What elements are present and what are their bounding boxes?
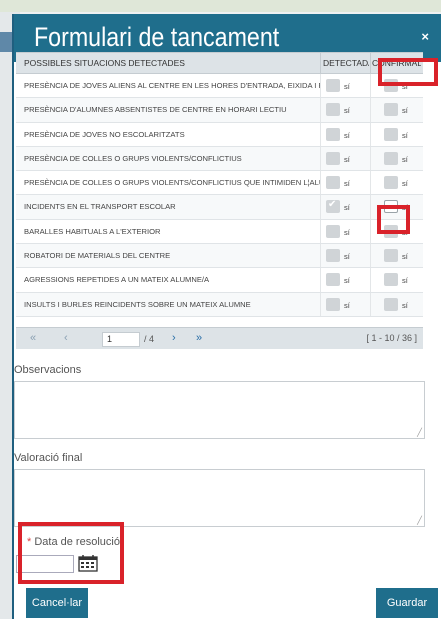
detectada-checkbox[interactable] (326, 273, 340, 287)
detectada-label: sí (344, 252, 350, 262)
highlight-data-resolucio (18, 522, 124, 584)
situation-label: INSULTS I BURLES REINCIDENTS SOBRE UN MA… (24, 299, 251, 309)
prev-page-button[interactable]: ‹ (64, 332, 68, 344)
table-row: PRESÈNCIA DE JOVES ALIENS AL CENTRE EN L… (16, 74, 423, 99)
situation-label: INCIDENTS EN EL TRANSPORT ESCOLAR (24, 202, 176, 212)
detectada-checkbox[interactable] (326, 127, 340, 141)
confirmada-checkbox[interactable] (384, 249, 398, 263)
cancel-button[interactable]: Cancel·lar (26, 588, 88, 618)
detectada-label: sí (344, 203, 350, 213)
detectada-label: sí (344, 300, 350, 310)
detectada-checkbox[interactable] (326, 151, 340, 165)
table-row: PRESÈNCIA DE COLLES O GRUPS VIOLENTS/CON… (16, 171, 423, 196)
last-page-button[interactable]: » (196, 332, 202, 344)
table-row: PRESÈNCIA D'ALUMNES ABSENTISTES DE CENTR… (16, 98, 423, 123)
detectada-label: sí (344, 179, 350, 189)
grid-pager: « ‹ 1 / 4 › » [ 1 - 10 / 36 ] (16, 327, 423, 349)
detectada-label: sí (344, 82, 350, 91)
confirmada-label: sí (402, 154, 408, 164)
detectada-checkbox[interactable] (326, 297, 340, 311)
table-row: PRESÈNCIA DE COLLES O GRUPS VIOLENTS/CON… (16, 146, 423, 172)
detectada-checkbox[interactable] (326, 103, 340, 117)
highlight-confirmada-header (378, 58, 438, 86)
resize-grip-icon[interactable]: ╱ (417, 428, 422, 437)
confirmada-checkbox[interactable] (384, 176, 398, 190)
close-icon[interactable]: × (421, 29, 429, 44)
valoracio-textarea[interactable]: ╱ (14, 469, 425, 527)
detectada-checkbox[interactable] (326, 249, 340, 263)
situation-label: PRESÈNCIA DE JOVES ALIENS AL CENTRE EN L… (24, 81, 320, 90)
header-situations: POSSIBLES SITUACIONS DETECTADES (24, 58, 185, 68)
first-page-button[interactable]: « (30, 332, 36, 344)
detectada-label: sí (344, 227, 350, 237)
table-row: BARALLES HABITUALS A L'EXTERIOR sí sí (16, 219, 423, 245)
confirmada-label: sí (402, 276, 408, 286)
confirmada-label: sí (402, 252, 408, 262)
table-row: INSULTS I BURLES REINCIDENTS SOBRE UN MA… (16, 292, 423, 317)
confirmada-checkbox[interactable] (384, 127, 398, 141)
detectada-checkbox[interactable] (326, 79, 340, 92)
situation-label: PRESÈNCIA DE COLLES O GRUPS VIOLENTS/CON… (24, 178, 320, 188)
modal-title: Formulari de tancament (34, 22, 280, 52)
records-range: [ 1 - 10 / 36 ] (366, 333, 417, 343)
situation-label: BARALLES HABITUALS A L'EXTERIOR (24, 226, 161, 236)
table-row: AGRESSIONS REPETIDES A UN MATEIX ALUMNE/… (16, 268, 423, 293)
confirmada-label: sí (402, 130, 408, 140)
save-button[interactable]: Guardar (376, 588, 438, 618)
confirmada-checkbox[interactable] (384, 273, 398, 287)
header-detectada[interactable]: DETECTADA (323, 58, 369, 68)
confirmada-checkbox[interactable] (384, 103, 398, 117)
detectada-label: sí (344, 130, 350, 140)
situation-label: PRESÈNCIA DE COLLES O GRUPS VIOLENTS/CON… (24, 153, 242, 163)
detectada-checkbox[interactable] (326, 199, 340, 214)
table-row: INCIDENTS EN EL TRANSPORT ESCOLARsísí (16, 195, 423, 220)
confirmada-label: sí (402, 300, 408, 310)
page-total: / 4 (144, 334, 155, 344)
next-page-button[interactable]: › (172, 332, 176, 344)
background-top-strip (0, 0, 441, 12)
table-row: ROBATORI DE MATERIALS DEL CENTRE sí sí (16, 244, 423, 269)
confirmada-label: sí (402, 106, 408, 116)
detectada-checkbox[interactable] (326, 176, 340, 190)
table-row: PRESÈNCIA DE JOVES NO ESCOLARITZATS sí sí (16, 122, 423, 147)
observacions-textarea[interactable]: ╱ (14, 381, 425, 439)
situation-label: AGRESSIONS REPETIDES A UN MATEIX ALUMNE/… (24, 275, 210, 285)
page-number-input[interactable]: 1 (102, 332, 140, 347)
resize-grip-icon[interactable]: ╱ (417, 516, 422, 525)
detectada-label: sí (344, 276, 350, 286)
observacions-label: Observacions (14, 364, 82, 376)
situation-label: PRESÈNCIA DE JOVES NO ESCOLARITZATS (24, 129, 185, 139)
situation-label: ROBATORI DE MATERIALS DEL CENTRE (24, 251, 171, 261)
grid-header: POSSIBLES SITUACIONS DETECTADES DETECTAD… (16, 52, 423, 74)
situation-label: PRESÈNCIA D'ALUMNES ABSENTISTES DE CENTR… (24, 105, 287, 115)
confirmada-label: sí (402, 179, 408, 189)
highlight-confirmada-checkbox (377, 205, 410, 234)
grid-body: PRESÈNCIA DE JOVES ALIENS AL CENTRE EN L… (16, 74, 423, 317)
detectada-label: sí (344, 154, 350, 164)
valoracio-label: Valoració final (14, 452, 83, 464)
detectada-label: sí (344, 106, 350, 116)
confirmada-checkbox[interactable] (384, 297, 398, 311)
situations-grid: POSSIBLES SITUACIONS DETECTADES DETECTAD… (16, 52, 423, 317)
confirmada-checkbox[interactable] (384, 151, 398, 165)
detectada-checkbox[interactable] (326, 224, 340, 238)
